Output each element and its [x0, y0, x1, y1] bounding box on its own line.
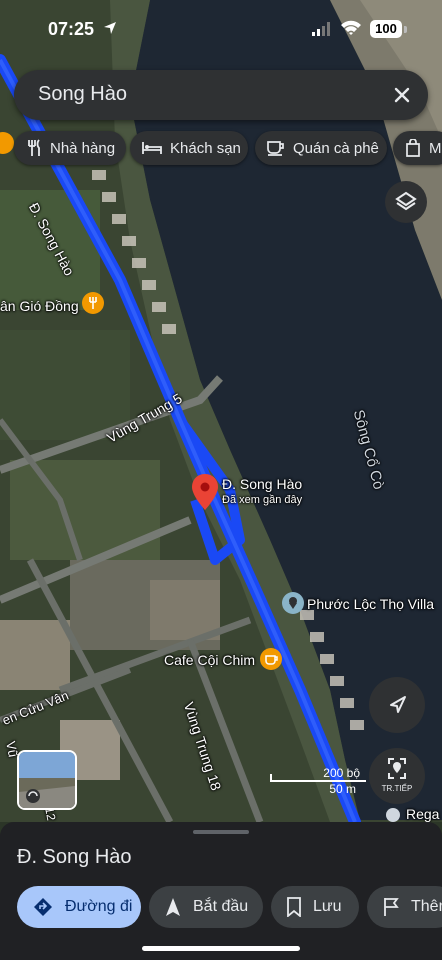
chip-label: Khách sạn [170, 139, 241, 157]
more-label: Thêm [411, 898, 442, 915]
category-chips: Nhà hàng Khách sạn Quán cà phê Mu [0, 131, 442, 167]
chip-label: Quán cà phê [293, 139, 379, 157]
search-bar[interactable]: Song Hào [14, 70, 428, 120]
poi-label-cafe-coi-chim[interactable]: Cafe Cội Chim [164, 652, 255, 668]
sheet-drag-handle[interactable] [193, 830, 249, 834]
battery-tip [404, 26, 407, 33]
scale-meters: 50 m [329, 782, 356, 796]
location-services-icon [104, 22, 116, 34]
chip-label: Nhà hàng [50, 139, 116, 157]
save-label: Lưu [313, 898, 342, 915]
live-view-button[interactable]: TR.TIẾP [369, 748, 425, 804]
map-scale: 200 bộ 50 m [270, 766, 366, 800]
chip-shopping[interactable]: Mu [393, 131, 442, 165]
search-query[interactable]: Song Hào [38, 83, 127, 106]
restaurant-icon [28, 139, 40, 156]
directions-button[interactable]: Đường đi [17, 886, 141, 928]
bookmark-icon [287, 897, 301, 917]
pin-subtitle: Đã xem gần đây [222, 494, 303, 506]
poi-label-rega[interactable]: Rega [406, 806, 439, 822]
chip-hotels[interactable]: Khách sạn [130, 131, 248, 165]
navigation-icon [166, 898, 180, 916]
scale-feet: 200 bộ [323, 766, 360, 780]
poi-label-phuoc-loc-tho[interactable]: Phước Lộc Thọ Villa [307, 596, 434, 612]
chip-label: Mu [429, 139, 442, 157]
navigation-arrow-icon [390, 696, 406, 713]
restaurant-pin-icon[interactable] [82, 292, 104, 314]
coffee-icon [267, 141, 284, 156]
rega-pin-icon[interactable] [386, 808, 400, 822]
wifi-icon [341, 20, 361, 35]
directions-icon [34, 898, 52, 916]
shopping-icon [406, 139, 420, 157]
live-view-icon [388, 758, 406, 779]
map-view[interactable]: Đ. Song Hào Vùng Trung 5 Vùng Trung 18 â… [0, 0, 442, 822]
layers-button[interactable] [385, 181, 427, 223]
poi-label-gio-dong[interactable]: ân Gió Đồng [0, 298, 79, 314]
location-pin-icon[interactable] [192, 474, 218, 510]
status-time: 07:25 [48, 19, 95, 39]
more-button[interactable]: Thêm [367, 886, 442, 928]
place-title: Đ. Song Hào [17, 846, 132, 868]
directions-label: Đường đi [65, 898, 133, 915]
save-button[interactable]: Lưu [271, 886, 359, 928]
start-button[interactable]: Bắt đầu [149, 886, 263, 928]
chip-restaurants[interactable]: Nhà hàng [14, 131, 126, 165]
hotel-icon [142, 142, 162, 154]
flag-icon [384, 898, 399, 916]
status-bar: 07:25 100 [0, 0, 442, 56]
street-view-thumbnail[interactable] [17, 750, 77, 810]
close-icon[interactable] [388, 81, 416, 109]
place-pin-icon[interactable] [282, 592, 304, 614]
cafe-pin-icon[interactable] [260, 648, 282, 670]
chip-coffee[interactable]: Quán cà phê [255, 131, 387, 165]
start-label: Bắt đầu [193, 898, 249, 915]
place-bottom-sheet[interactable]: Đ. Song Hào Đường đi Bắt đầu Lưu Thêm [0, 822, 442, 960]
battery-indicator: 100 [370, 20, 402, 38]
signal-icon [312, 22, 330, 36]
live-view-label: TR.TIẾP [381, 784, 413, 793]
home-indicator[interactable] [142, 946, 300, 951]
layers-icon [395, 191, 417, 211]
my-location-button[interactable] [369, 677, 425, 733]
pin-title[interactable]: Đ. Song Hào [222, 476, 302, 492]
